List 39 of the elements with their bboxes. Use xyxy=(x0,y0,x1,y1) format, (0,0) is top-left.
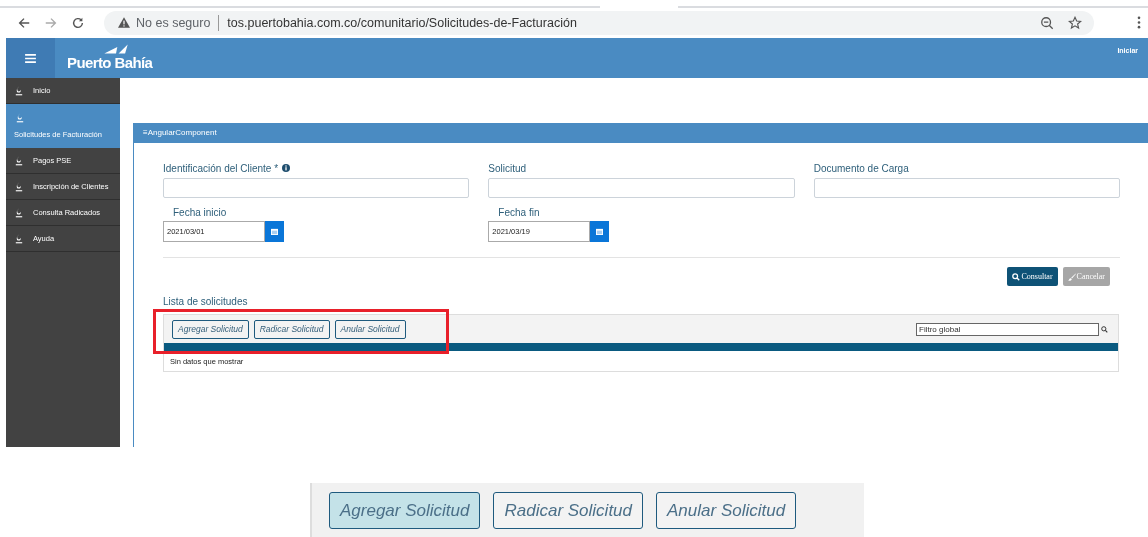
security-label: No es seguro xyxy=(136,15,211,30)
calendar-button[interactable] xyxy=(265,221,284,242)
search-icon[interactable] xyxy=(1101,325,1108,333)
field-label: Identificación del Cliente * xyxy=(163,162,279,174)
panel-title: ≡AngularComponent xyxy=(133,123,1148,143)
field-label: Fecha inicio xyxy=(173,206,228,220)
toolbar-button[interactable]: Agregar Solicitud xyxy=(172,319,249,339)
toolbar-button[interactable]: Radicar Solicitud xyxy=(493,492,644,529)
field-label: Documento de Carga xyxy=(813,162,909,174)
search-icon xyxy=(1012,272,1021,281)
flame-icon xyxy=(16,113,24,123)
warning-icon xyxy=(118,17,130,28)
calendar-icon xyxy=(271,228,278,235)
menu-icon xyxy=(25,53,36,63)
reload-icon[interactable] xyxy=(71,15,85,30)
input-field[interactable] xyxy=(813,178,1120,198)
calendar-icon xyxy=(596,228,604,235)
field-label: Fecha fin xyxy=(498,206,541,220)
field-label: Solicitud xyxy=(488,162,527,174)
search-button[interactable]: Consultar xyxy=(1007,267,1058,286)
filter-field[interactable]: Filtro global xyxy=(916,322,1099,336)
toolbar-button[interactable]: Anular Solicitud xyxy=(334,319,406,339)
zoom-out-icon[interactable] xyxy=(1040,15,1054,30)
toolbar-button[interactable]: Agregar Solicitud xyxy=(329,492,481,529)
brush-icon xyxy=(1067,272,1076,281)
list-title: Lista de solicitudes xyxy=(163,296,249,309)
input-field[interactable] xyxy=(488,178,795,198)
toolbar-button[interactable]: Radicar Solicitud xyxy=(253,319,330,339)
input-field[interactable] xyxy=(163,178,470,198)
logo-icon xyxy=(103,44,129,54)
calendar-button[interactable] xyxy=(590,221,610,242)
back-icon[interactable] xyxy=(17,15,31,30)
url-text: tos.puertobahia.com.co/comunitario/Solicitudes-de-Facturación xyxy=(227,15,577,30)
star-icon[interactable] xyxy=(1068,15,1082,30)
address-bar[interactable]: No es seguro tos.puertobahia.com.co/comunitario/Solicitudes-de-Facturación xyxy=(104,10,1094,35)
toolbar-button[interactable]: Anular Solicitud xyxy=(656,492,797,529)
menu-button[interactable] xyxy=(6,38,55,78)
menu-icon[interactable] xyxy=(1137,16,1141,29)
logo-text: Puerto Bahía xyxy=(67,54,153,71)
